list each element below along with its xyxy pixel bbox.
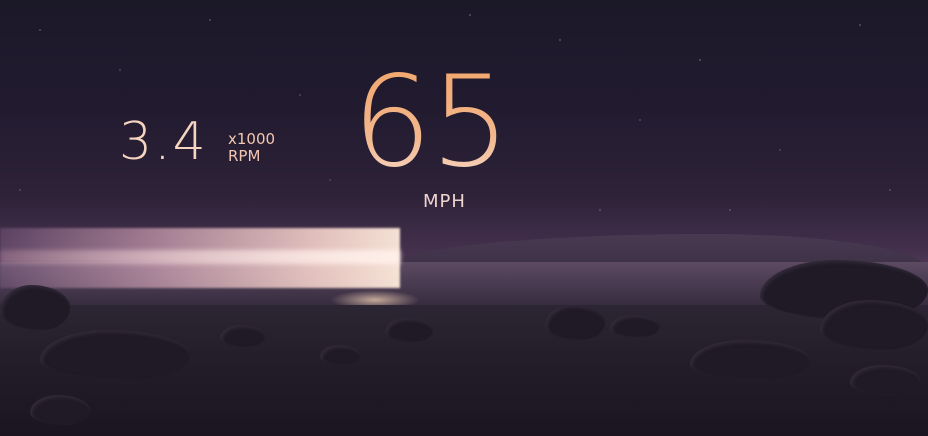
speed-value: 65 [352, 48, 510, 195]
rpm-unit: RPM [228, 147, 261, 165]
speed-unit-label: MPH [423, 191, 466, 212]
rpm-value: 3.4 [119, 112, 208, 172]
rpm-multiplier: x1000 [228, 130, 276, 148]
driving-hud-screen: 3.4 x1000 RPM 65 MPH [0, 0, 928, 436]
rpm-unit-label: x1000 RPM [228, 131, 275, 165]
speed-rpm-hud: 3.4 x1000 RPM 65 MPH [0, 0, 928, 436]
